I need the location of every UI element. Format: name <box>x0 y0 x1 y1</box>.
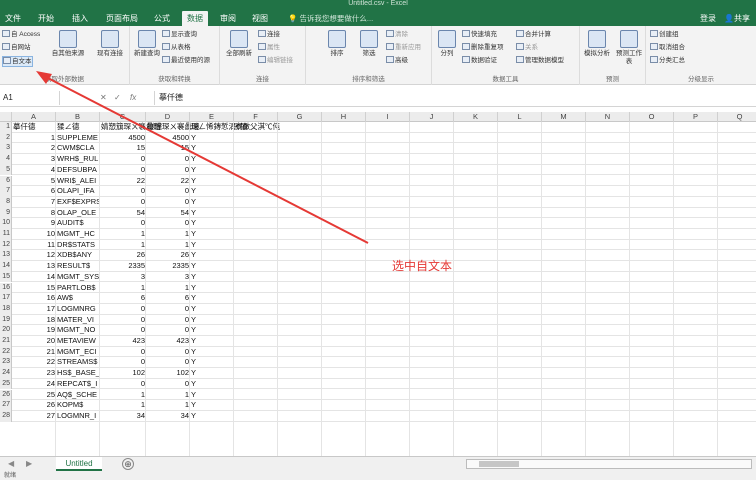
arrow-head <box>36 71 52 84</box>
scroll-thumb[interactable] <box>479 461 519 467</box>
horizontal-scrollbar[interactable] <box>466 459 752 469</box>
annotation-text: 选中自文本 <box>392 259 453 273</box>
annotation-arrow <box>36 71 369 244</box>
status-text: 就绪 <box>4 473 17 479</box>
scroll-left-icon[interactable]: ◀ <box>8 459 14 468</box>
scroll-right-icon[interactable]: ▶ <box>26 459 32 468</box>
arrow-line <box>39 73 369 244</box>
add-sheet-button[interactable]: ⊕ <box>122 458 134 470</box>
status-bar: 就绪 <box>0 472 756 480</box>
sheet-tab-untitled[interactable]: Untitled <box>56 457 102 471</box>
sheet-tab-bar: ◀ ▶ Untitled ⊕ <box>0 456 756 472</box>
